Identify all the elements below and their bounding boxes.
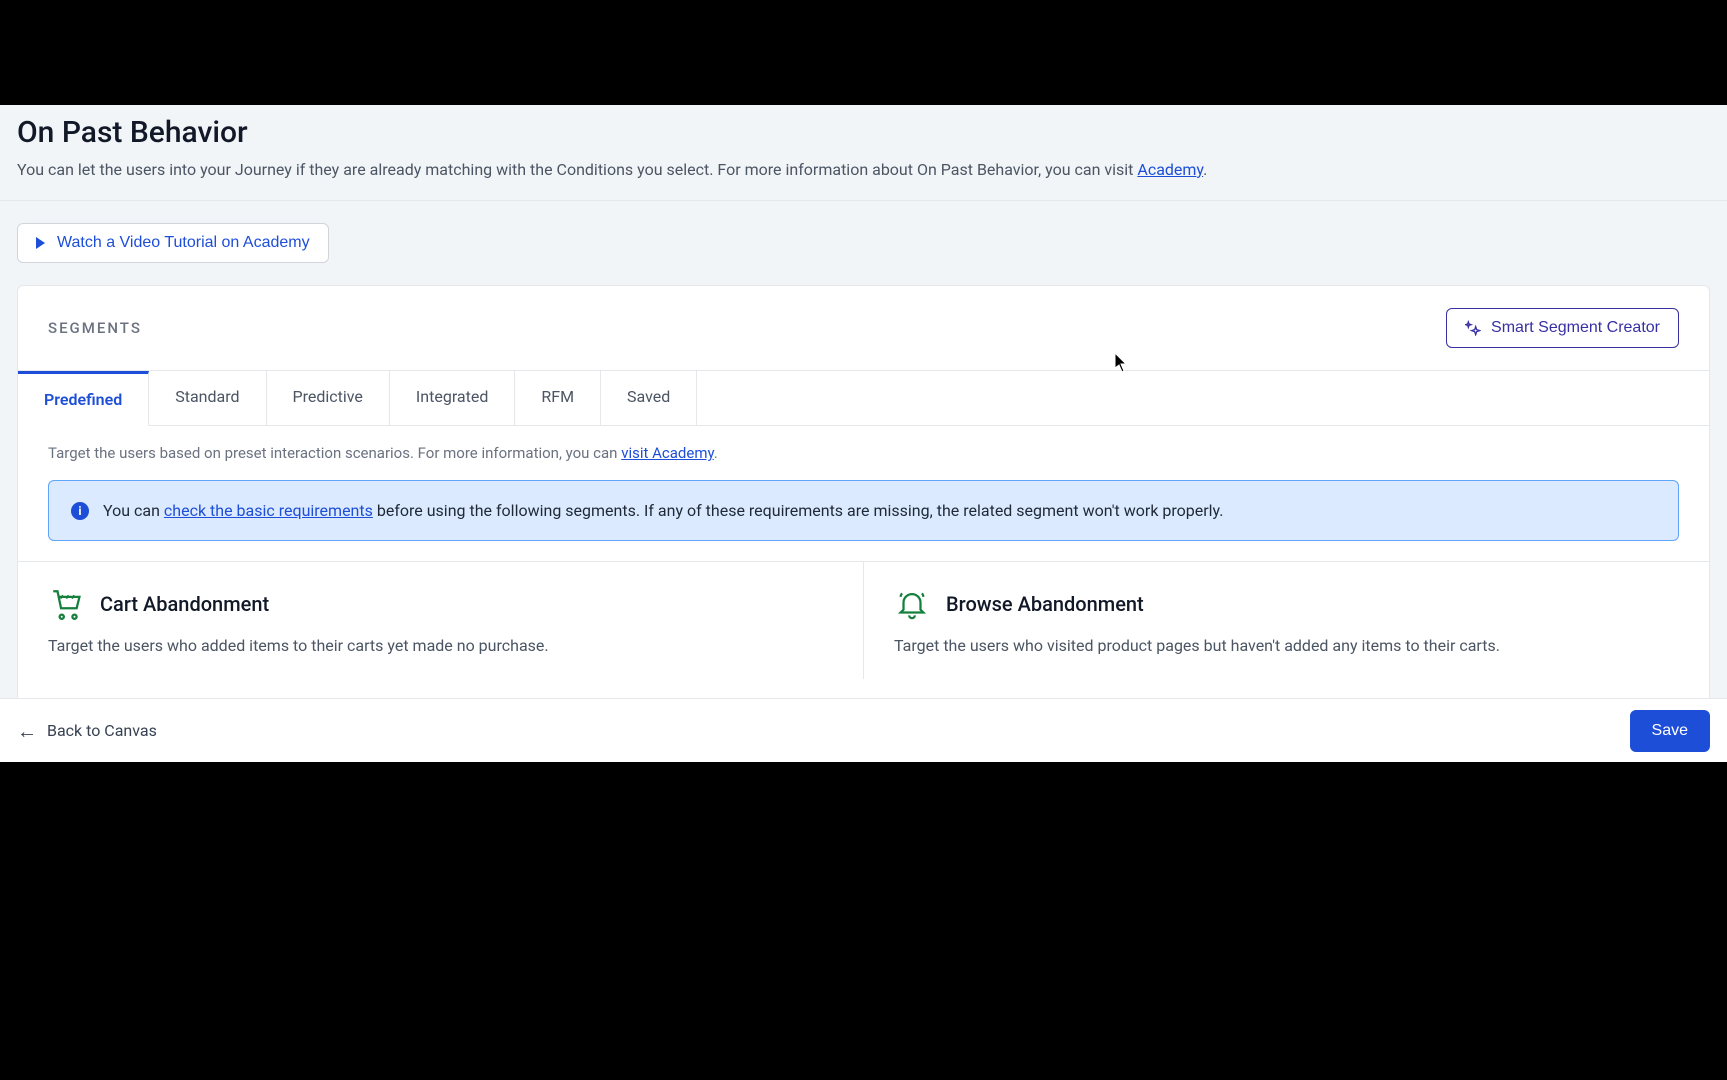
watch-tutorial-button[interactable]: Watch a Video Tutorial on Academy — [17, 223, 329, 263]
card-title: Cart Abandonment — [100, 592, 269, 616]
tabs: Predefined Standard Predictive Integrate… — [18, 370, 1709, 426]
segments-panel: SEGMENTS Smart Segment Creator Predefine… — [17, 285, 1710, 762]
page-header: On Past Behavior You can let the users i… — [0, 105, 1727, 201]
bell-icon — [894, 586, 930, 622]
subtitle-text: You can let the users into your Journey … — [17, 160, 1137, 179]
card-head: Browse Abandonment — [894, 586, 1679, 622]
tab-predefined[interactable]: Predefined — [18, 371, 149, 426]
save-button[interactable]: Save — [1630, 710, 1710, 752]
card-title: Browse Abandonment — [946, 592, 1144, 616]
card-desc: Target the users who visited product pag… — [894, 636, 1679, 655]
app-window: On Past Behavior You can let the users i… — [0, 105, 1727, 762]
visit-academy-link[interactable]: visit Academy — [621, 444, 714, 462]
tab-rfm[interactable]: RFM — [515, 371, 601, 425]
tab-description: Target the users based on preset interac… — [48, 444, 1679, 462]
smart-segment-creator-label: Smart Segment Creator — [1491, 319, 1660, 337]
arrow-left-icon: ← — [17, 721, 37, 741]
card-cart-abandonment[interactable]: Cart Abandonment Target the users who ad… — [18, 562, 864, 679]
tab-desc-pre: Target the users based on preset interac… — [48, 444, 621, 462]
card-head: Cart Abandonment — [48, 586, 833, 622]
academy-link[interactable]: Academy — [1137, 160, 1203, 179]
tab-predictive[interactable]: Predictive — [267, 371, 390, 425]
play-icon — [36, 237, 45, 249]
banner-pre: You can — [103, 501, 164, 520]
segment-cards: Cart Abandonment Target the users who ad… — [18, 561, 1709, 679]
smart-segment-creator-button[interactable]: Smart Segment Creator — [1446, 308, 1679, 348]
back-label: Back to Canvas — [47, 721, 157, 740]
info-banner-text: You can check the basic requirements bef… — [103, 501, 1224, 520]
cart-icon — [48, 586, 84, 622]
tab-standard[interactable]: Standard — [149, 371, 266, 425]
page-title: On Past Behavior — [17, 115, 1710, 150]
page-subtitle: You can let the users into your Journey … — [17, 158, 1710, 182]
sparkle-icon — [1465, 320, 1481, 336]
toolbar: Watch a Video Tutorial on Academy — [0, 201, 1727, 285]
basic-requirements-link[interactable]: check the basic requirements — [164, 501, 373, 520]
info-banner: i You can check the basic requirements b… — [48, 480, 1679, 541]
watch-tutorial-label: Watch a Video Tutorial on Academy — [57, 234, 310, 252]
segments-heading: SEGMENTS — [48, 319, 142, 337]
tab-desc-post: . — [714, 444, 718, 462]
card-browse-abandonment[interactable]: Browse Abandonment Target the users who … — [864, 562, 1709, 679]
panel-header: SEGMENTS Smart Segment Creator — [18, 286, 1709, 370]
footer: ← Back to Canvas Save — [0, 698, 1727, 762]
tab-saved[interactable]: Saved — [601, 371, 697, 425]
tab-integrated[interactable]: Integrated — [390, 371, 515, 425]
back-to-canvas-button[interactable]: ← Back to Canvas — [17, 721, 157, 741]
card-desc: Target the users who added items to thei… — [48, 636, 833, 655]
banner-post: before using the following segments. If … — [373, 501, 1224, 520]
subtitle-post: . — [1203, 160, 1207, 179]
info-icon: i — [71, 502, 89, 520]
